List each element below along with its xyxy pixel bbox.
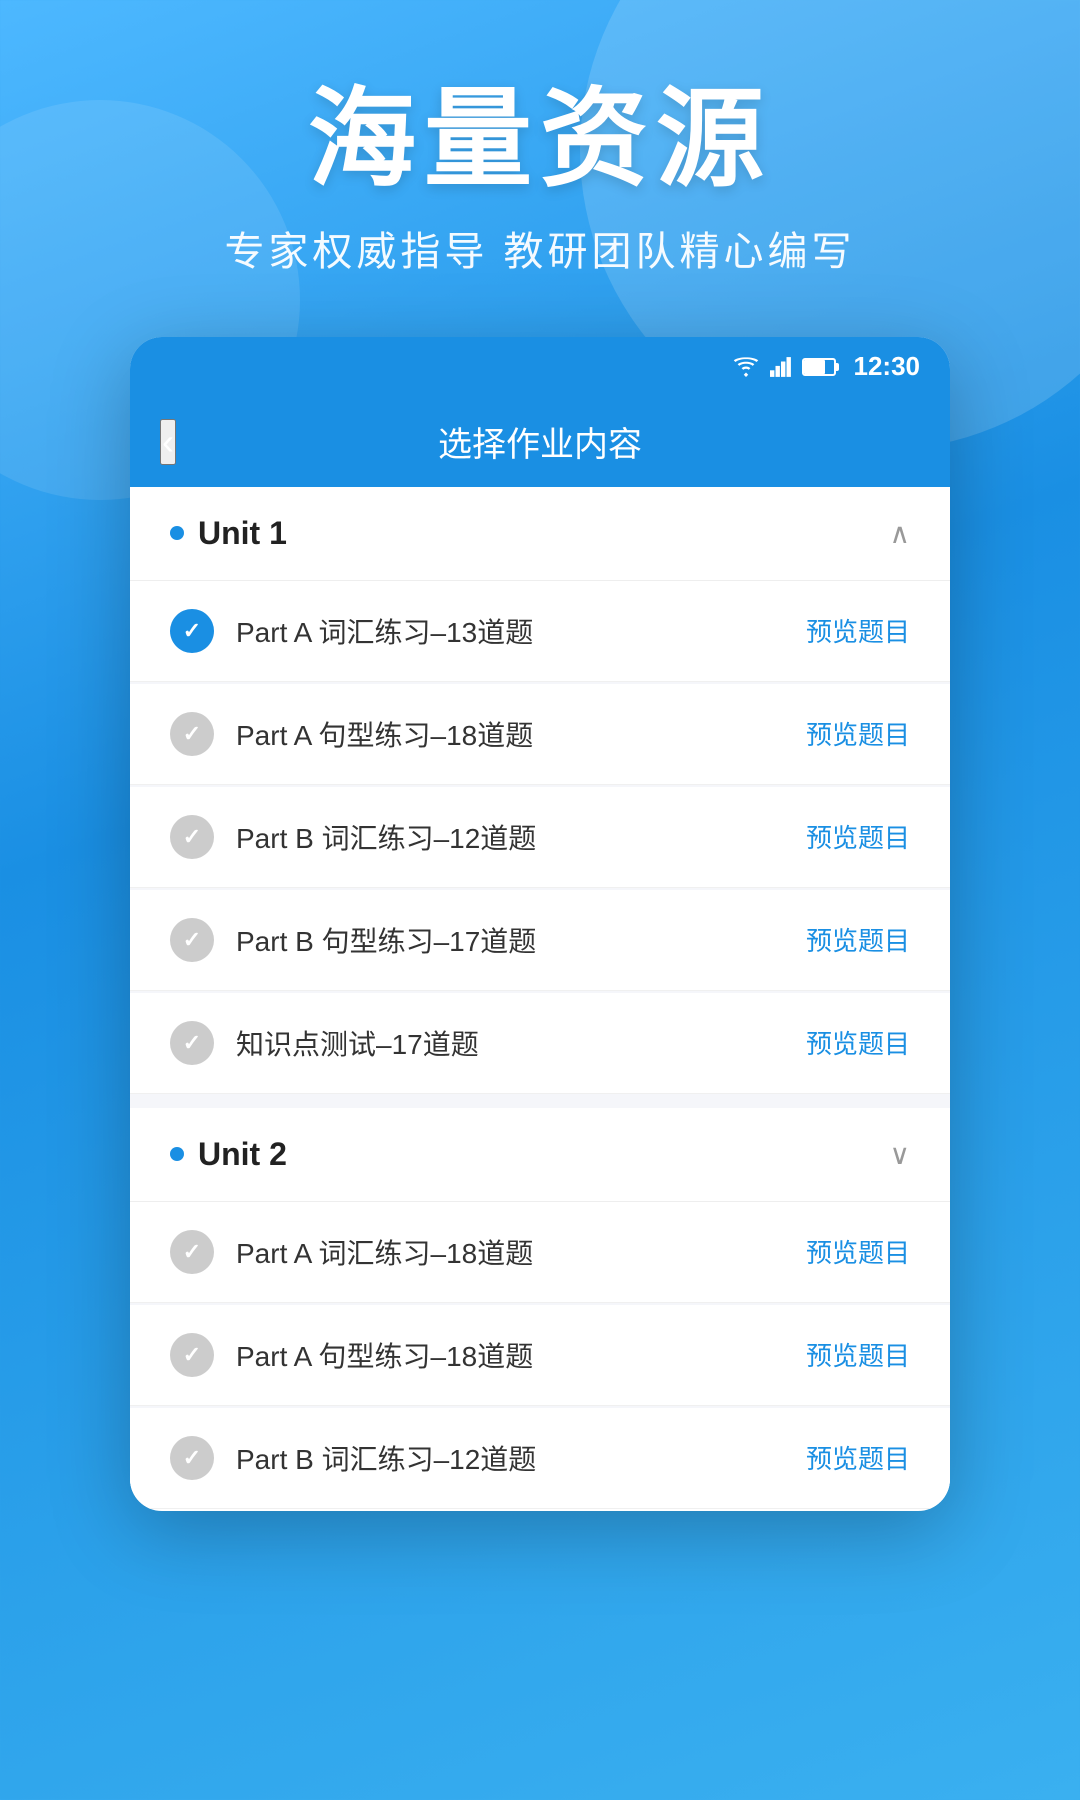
header-title: 选择作业内容 xyxy=(438,417,642,466)
checkbox-unchecked[interactable]: ✓ xyxy=(170,1021,214,1065)
app-header: ‹ 选择作业内容 xyxy=(130,397,950,487)
item-text: Part A 句型练习–18道题 xyxy=(236,714,533,754)
unit2-title: Unit 2 xyxy=(198,1136,287,1173)
list-item[interactable]: ✓ Part A 句型练习–18道题 预览题目 xyxy=(130,684,950,785)
unit1-collapse-icon[interactable]: ∧ xyxy=(890,517,911,550)
checkbox-unchecked[interactable]: ✓ xyxy=(170,1230,214,1274)
item-text: Part B 词汇练习–12道题 xyxy=(236,1438,536,1478)
unit1-title-wrapper: Unit 1 xyxy=(170,515,287,552)
list-item[interactable]: ✓ Part B 词汇练习–12道题 预览题目 xyxy=(130,787,950,888)
checkbox-unchecked[interactable]: ✓ xyxy=(170,815,214,859)
preview-link[interactable]: 预览题目 xyxy=(806,921,910,958)
preview-link[interactable]: 预览题目 xyxy=(806,1024,910,1061)
check-icon: ✓ xyxy=(183,1239,201,1265)
hero-title: 海量资源 xyxy=(308,80,772,199)
unit1-header[interactable]: Unit 1 ∧ xyxy=(130,487,950,581)
wifi-icon xyxy=(732,357,760,377)
item-text: Part A 句型练习–18道题 xyxy=(236,1335,533,1375)
status-bar: 12:30 xyxy=(130,337,950,397)
checkbox-unchecked[interactable]: ✓ xyxy=(170,1333,214,1377)
list-item[interactable]: ✓ 知识点测试–17道题 预览题目 xyxy=(130,993,950,1094)
checkbox-unchecked[interactable]: ✓ xyxy=(170,1436,214,1480)
item-text: 知识点测试–17道题 xyxy=(236,1023,479,1063)
preview-link[interactable]: 预览题目 xyxy=(806,715,910,752)
preview-link[interactable]: 预览题目 xyxy=(806,612,910,649)
check-icon: ✓ xyxy=(183,1445,201,1471)
hero-subtitle: 专家权威指导 教研团队精心编写 xyxy=(224,219,855,277)
back-button[interactable]: ‹ xyxy=(160,419,176,465)
unit2-header[interactable]: Unit 2 ∨ xyxy=(130,1108,950,1202)
check-icon: ✓ xyxy=(183,721,201,747)
preview-link[interactable]: 预览题目 xyxy=(806,1233,910,1270)
phone-mockup: 12:30 ‹ 选择作业内容 Unit 1 ∧ ✓ Part A 词汇练习–13 xyxy=(130,337,950,1511)
item-text: Part A 词汇练习–18道题 xyxy=(236,1232,533,1272)
unit1-title: Unit 1 xyxy=(198,515,287,552)
checkbox-unchecked[interactable]: ✓ xyxy=(170,712,214,756)
preview-link[interactable]: 预览题目 xyxy=(806,1336,910,1373)
unit2-collapse-icon[interactable]: ∨ xyxy=(890,1138,911,1171)
list-item[interactable]: ✓ Part A 词汇练习–13道题 预览题目 xyxy=(130,581,950,682)
list-item[interactable]: ✓ Part A 词汇练习–18道题 预览题目 xyxy=(130,1202,950,1303)
status-time: 12:30 xyxy=(854,351,921,382)
list-item[interactable]: ✓ Part A 句型练习–18道题 预览题目 xyxy=(130,1305,950,1406)
hero-section: 海量资源 专家权威指导 教研团队精心编写 xyxy=(0,0,1080,277)
check-icon: ✓ xyxy=(183,824,201,850)
battery-icon xyxy=(802,358,836,376)
preview-link[interactable]: 预览题目 xyxy=(806,1439,910,1476)
item-text: Part A 词汇练习–13道题 xyxy=(236,611,533,651)
check-icon: ✓ xyxy=(183,618,201,644)
unit1-dot xyxy=(170,526,184,540)
checkbox-checked[interactable]: ✓ xyxy=(170,609,214,653)
checkbox-unchecked[interactable]: ✓ xyxy=(170,918,214,962)
preview-link[interactable]: 预览题目 xyxy=(806,818,910,855)
check-icon: ✓ xyxy=(183,1030,201,1056)
check-icon: ✓ xyxy=(183,927,201,953)
signal-icon xyxy=(770,357,792,377)
check-icon: ✓ xyxy=(183,1342,201,1368)
unit1-items: ✓ Part A 词汇练习–13道题 预览题目 ✓ Part A 句型练习–18… xyxy=(130,581,950,1094)
status-icons xyxy=(732,357,836,377)
list-item[interactable]: ✓ Part B 句型练习–17道题 预览题目 xyxy=(130,890,950,991)
unit2-dot xyxy=(170,1147,184,1161)
unit2-title-wrapper: Unit 2 xyxy=(170,1136,287,1173)
unit2-items: ✓ Part A 词汇练习–18道题 预览题目 ✓ Part A 句型练习–18… xyxy=(130,1202,950,1509)
item-text: Part B 词汇练习–12道题 xyxy=(236,817,536,857)
content-list: Unit 1 ∧ ✓ Part A 词汇练习–13道题 预览题目 xyxy=(130,487,950,1509)
item-text: Part B 句型练习–17道题 xyxy=(236,920,536,960)
list-item[interactable]: ✓ Part B 词汇练习–12道题 预览题目 xyxy=(130,1408,950,1509)
